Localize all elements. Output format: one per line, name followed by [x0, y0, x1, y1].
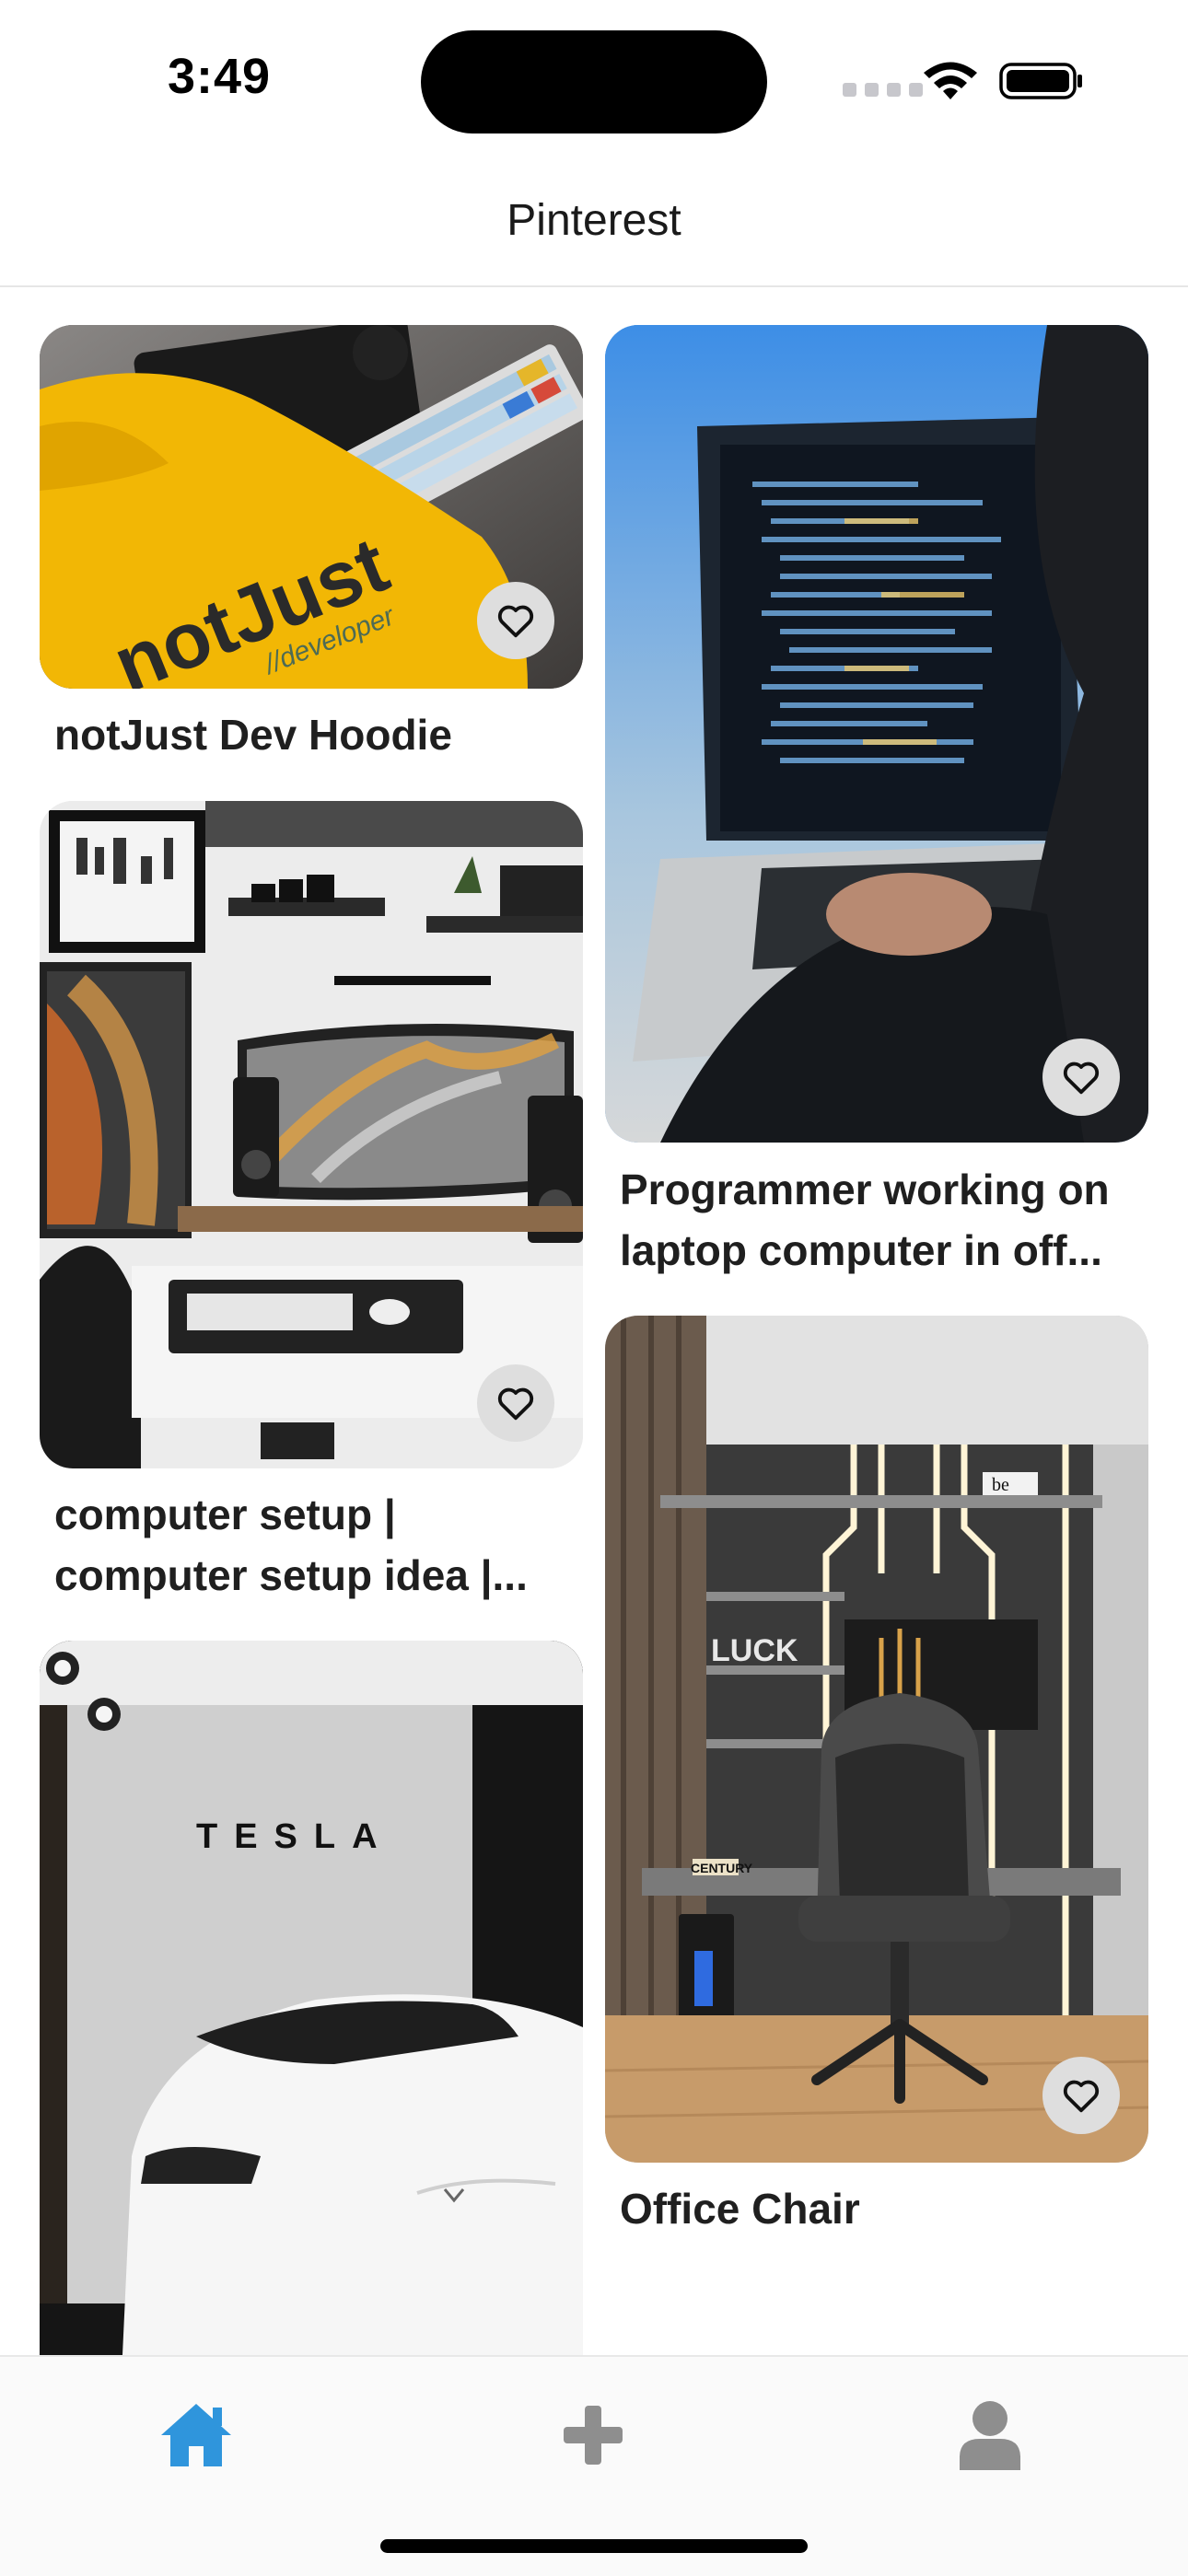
header: Pinterest	[0, 175, 1188, 287]
heart-icon	[1063, 1062, 1100, 1095]
pin-card[interactable]: TESLA	[40, 1641, 583, 2355]
shelf-text: LUCK	[711, 1633, 798, 1668]
heart-icon	[497, 1387, 534, 1421]
tab-profile[interactable]	[944, 2389, 1036, 2481]
pin-image[interactable]: LUCK be CENTURY	[605, 1316, 1148, 2163]
pin-image[interactable]: TESLA	[40, 1641, 583, 2355]
pin-title: notJust Dev Hoodie	[54, 711, 452, 759]
wall-text: TESLA	[196, 1817, 394, 1856]
wifi-icon	[924, 62, 977, 99]
home-icon	[161, 2404, 231, 2466]
heart-icon	[1063, 2080, 1100, 2113]
book-text: be	[992, 1475, 1009, 1495]
battery-icon	[999, 63, 1082, 99]
like-button[interactable]	[477, 582, 554, 659]
pin-card[interactable]: computer setup | computer setup idea |..…	[40, 801, 583, 1602]
pin-card[interactable]: Programmer working on laptop computer in…	[605, 325, 1148, 1292]
home-indicator	[380, 2539, 808, 2553]
pin-card[interactable]: LUCK be CENTURY Office Chair	[605, 1316, 1148, 2245]
pin-image[interactable]	[605, 325, 1148, 1143]
pin-image[interactable]: notJust //developer	[40, 325, 583, 689]
dynamic-island	[421, 30, 767, 133]
like-button[interactable]	[1042, 2057, 1120, 2134]
status-time: 3:49	[168, 49, 272, 104]
tab-create[interactable]	[547, 2389, 639, 2481]
like-button[interactable]	[1042, 1039, 1120, 1116]
pin-image[interactable]	[40, 801, 583, 1468]
heart-icon	[497, 605, 534, 638]
cellular-signal-icon	[843, 83, 923, 97]
user-icon	[960, 2401, 1020, 2470]
pin-title: computer setup | computer setup idea |..…	[54, 1491, 528, 1599]
pin-card[interactable]: notJust //developer notJust Dev Hoodie	[40, 325, 583, 767]
status-bar: 3:49	[0, 0, 1188, 157]
plus-icon	[564, 2406, 623, 2465]
page-title: Pinterest	[507, 196, 681, 245]
tab-home[interactable]	[150, 2389, 242, 2481]
like-button[interactable]	[477, 1364, 554, 1442]
book2-text: CENTURY	[691, 1861, 753, 1875]
pin-title: Programmer working on laptop computer in…	[620, 1166, 1110, 1274]
pin-title: Office Chair	[620, 2185, 860, 2233]
